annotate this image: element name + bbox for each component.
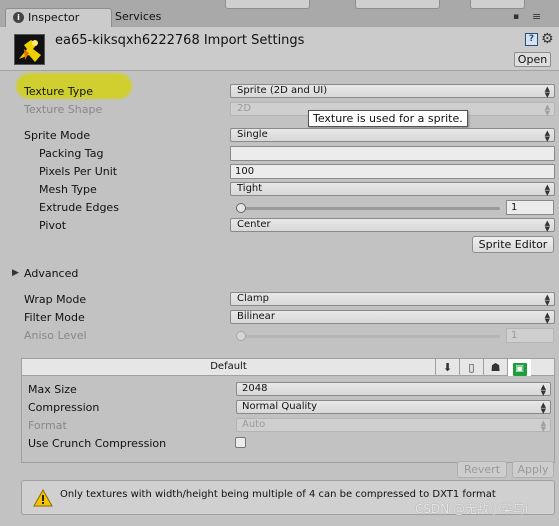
info-icon: i: [13, 12, 24, 23]
platform-tab-default[interactable]: Default: [22, 361, 435, 372]
dropdown-arrow-icon: ▲ ▼: [544, 103, 550, 117]
filter-mode-label: Filter Mode: [24, 311, 85, 324]
packing-tag-label: Packing Tag: [39, 147, 104, 160]
warning-icon: [33, 488, 53, 510]
aniso-level-label: Aniso Level: [24, 329, 87, 342]
sprite-mode-dropdown[interactable]: Single ▲ ▼: [230, 128, 555, 143]
texture-type-label: Texture Type: [24, 85, 94, 98]
dropdown-arrow-icon: ▲ ▼: [544, 183, 550, 197]
inspector-header: ea65-kiksqxh6222768 Import Settings ? ⚙ …: [0, 27, 559, 71]
lock-icon[interactable]: ▪: [513, 12, 519, 22]
wrap-mode-label: Wrap Mode: [24, 293, 87, 306]
mesh-type-value: Tight: [237, 183, 263, 194]
advanced-foldout[interactable]: Advanced: [24, 267, 78, 280]
texture-type-value: Sprite (2D and UI): [237, 85, 328, 96]
aniso-level-input: 1: [506, 328, 554, 343]
wrap-mode-dropdown[interactable]: Clamp ▲ ▼: [230, 292, 555, 307]
texture-type-dropdown[interactable]: Sprite (2D and UI) ▲ ▼: [230, 84, 555, 99]
sprite-mode-label: Sprite Mode: [24, 129, 91, 142]
pixels-per-unit-input[interactable]: 100: [230, 164, 555, 179]
pixels-per-unit-label: Pixels Per Unit: [39, 165, 118, 178]
tab-inspector[interactable]: i Inspector: [5, 8, 112, 27]
android-icon[interactable]: ☗: [483, 359, 507, 376]
sprite-editor-button[interactable]: Sprite Editor: [472, 236, 554, 253]
apply-button[interactable]: Apply: [512, 461, 554, 478]
sprite-mode-value: Single: [237, 129, 268, 140]
dropdown-arrow-icon: ▲ ▼: [544, 85, 550, 99]
max-size-label: Max Size: [28, 383, 77, 396]
tab-services[interactable]: Services: [115, 8, 185, 27]
dropdown-arrow-icon: ▲ ▼: [544, 293, 550, 307]
max-size-dropdown[interactable]: 2048 ▲ ▼: [236, 382, 551, 397]
toolbar-button[interactable]: [470, 0, 525, 9]
extrude-edges-slider[interactable]: [236, 207, 500, 210]
dropdown-arrow-icon: ▲ ▼: [540, 401, 546, 415]
asset-thumbnail: [14, 34, 45, 65]
help-box-message: Only textures with width/height being mu…: [60, 489, 496, 500]
crunch-compression-label: Use Crunch Compression: [28, 437, 167, 450]
dropdown-arrow-icon: ▲ ▼: [544, 129, 550, 143]
aniso-level-slider-thumb: [236, 331, 246, 341]
mobile-icon[interactable]: ▯: [459, 359, 483, 376]
extrude-edges-input[interactable]: 1: [506, 200, 554, 215]
platform-settings: Default ⬇ ▯ ☗ ▣ Max Size 2048 ▲ ▼ Compres…: [21, 358, 555, 463]
import-settings-panel: Texture Type Sprite (2D and UI) ▲ ▼ Textu…: [0, 72, 559, 526]
max-size-value: 2048: [242, 383, 268, 394]
pivot-label: Pivot: [39, 219, 67, 232]
download-icon[interactable]: ⬇: [435, 359, 459, 376]
filter-mode-dropdown[interactable]: Bilinear ▲ ▼: [230, 310, 555, 325]
compression-value: Normal Quality: [242, 401, 318, 412]
format-label: Format: [28, 419, 67, 432]
tab-services-label: Services: [115, 10, 162, 23]
extrude-edges-label: Extrude Edges: [39, 201, 119, 214]
compression-dropdown[interactable]: Normal Quality ▲ ▼: [236, 400, 551, 415]
texture-shape-label: Texture Shape: [24, 103, 103, 116]
extrude-edges-slider-thumb[interactable]: [236, 203, 246, 213]
platform-tab-bar: Default ⬇ ▯ ☗ ▣: [22, 359, 554, 376]
aniso-level-slider: [236, 335, 500, 338]
dropdown-arrow-icon: ▲ ▼: [544, 219, 550, 233]
toolbar-button[interactable]: [355, 0, 440, 9]
asset-title: ea65-kiksqxh6222768 Import Settings: [55, 33, 305, 48]
tab-inspector-label: Inspector: [28, 11, 80, 24]
filter-mode-value: Bilinear: [237, 311, 275, 322]
windows-store-icon[interactable]: ▣: [507, 359, 531, 376]
open-button[interactable]: Open: [514, 52, 551, 67]
dropdown-arrow-icon: ▲ ▼: [540, 419, 546, 433]
crunch-compression-checkbox[interactable]: [235, 437, 246, 448]
toolbar-button[interactable]: [225, 0, 310, 9]
menu-icon[interactable]: ≡: [532, 10, 541, 23]
pivot-value: Center: [237, 219, 271, 230]
foldout-arrow-icon[interactable]: ▶: [12, 268, 19, 278]
format-value: Auto: [242, 419, 266, 430]
compression-label: Compression: [28, 401, 100, 414]
help-icon[interactable]: ?: [525, 33, 538, 46]
mesh-type-dropdown[interactable]: Tight ▲ ▼: [230, 182, 555, 197]
format-dropdown: Auto ▲ ▼: [236, 418, 551, 433]
watermark: CSDN @无敌小菜鸟i: [415, 502, 529, 516]
pivot-dropdown[interactable]: Center ▲ ▼: [230, 218, 555, 233]
mesh-type-label: Mesh Type: [39, 183, 97, 196]
gear-icon[interactable]: ⚙: [541, 31, 554, 47]
dropdown-arrow-icon: ▲ ▼: [540, 383, 546, 397]
wrap-mode-value: Clamp: [237, 293, 269, 304]
dropdown-arrow-icon: ▲ ▼: [544, 311, 550, 325]
texture-shape-value: 2D: [237, 103, 252, 114]
revert-button[interactable]: Revert: [457, 461, 507, 478]
tooltip: Texture is used for a sprite.: [308, 110, 468, 127]
tab-strip: i Inspector Services ▪ ≡: [0, 0, 559, 27]
packing-tag-input[interactable]: [230, 146, 555, 161]
